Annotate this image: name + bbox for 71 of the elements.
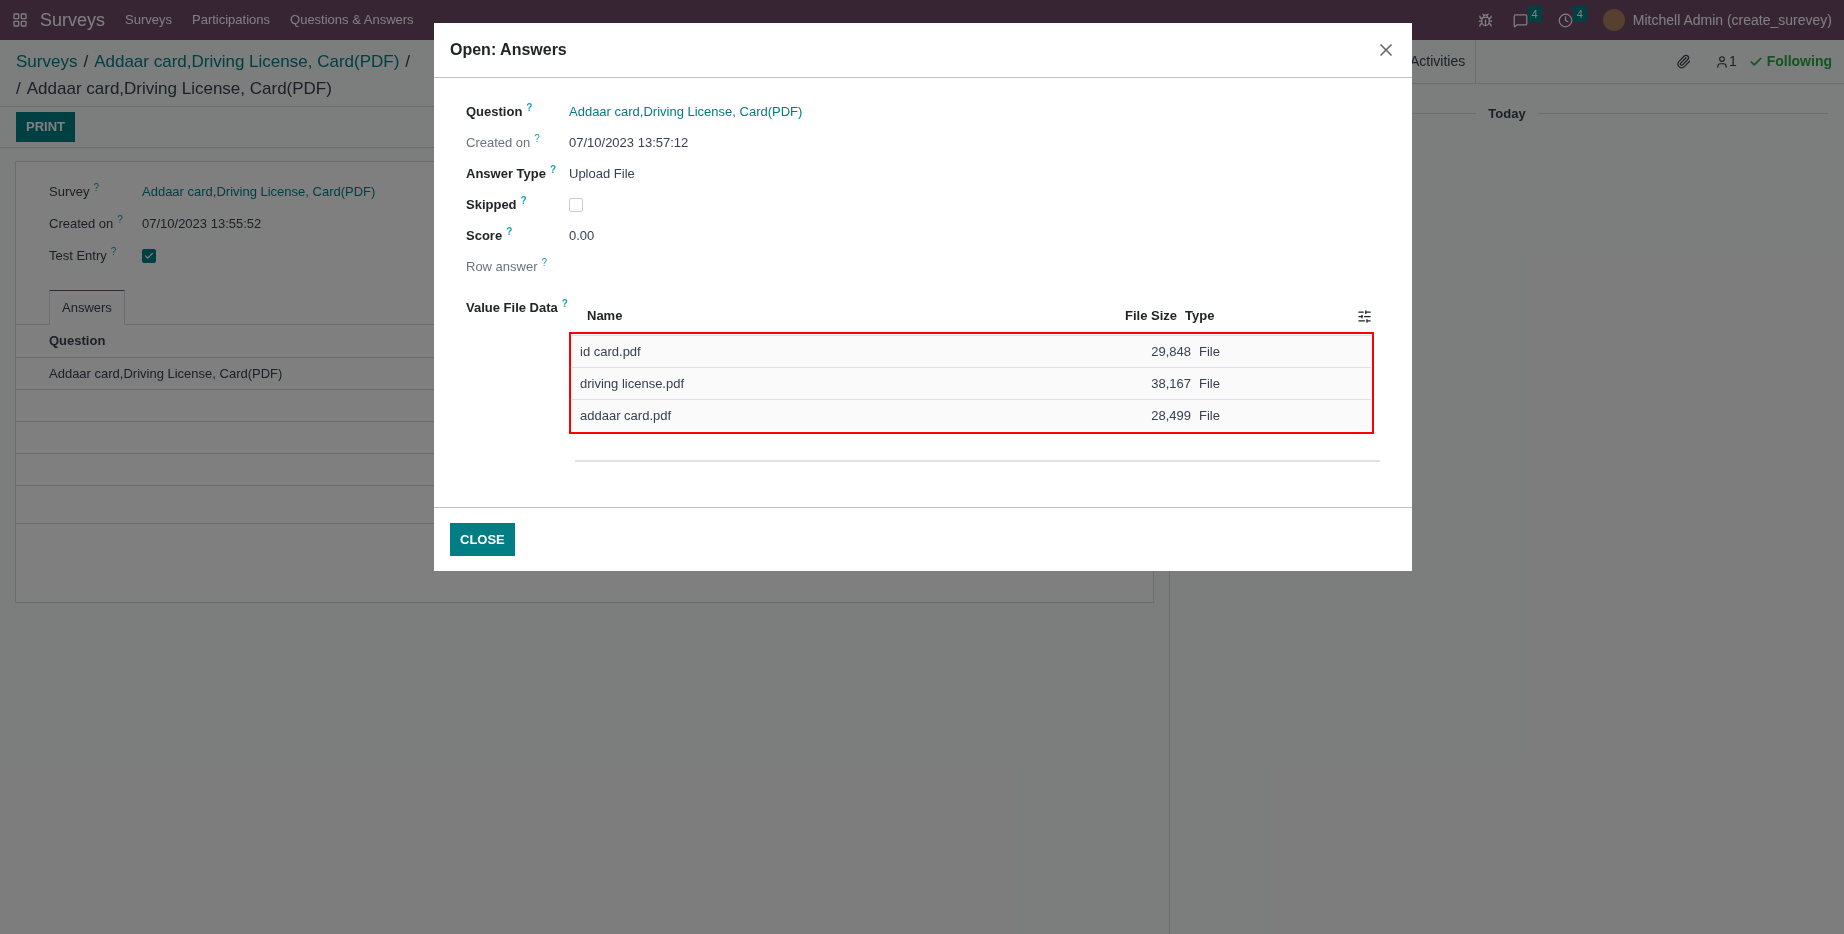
help-mark[interactable]: ? [506, 226, 513, 238]
messages-count: 4 [1527, 5, 1542, 23]
followers-icon[interactable] [1714, 54, 1729, 69]
field-value: Upload File [569, 165, 635, 184]
bug-icon[interactable] [1477, 12, 1493, 28]
check-icon [144, 250, 154, 261]
field-value: 0.00 [569, 227, 595, 246]
file-name[interactable]: addaar card.pdf [580, 405, 1071, 426]
help-mark[interactable]: ? [117, 213, 123, 225]
file-type: File [1198, 374, 1221, 393]
tab[interactable]: Answers [49, 289, 125, 325]
field-label: Test Entry $^{?}$ [49, 245, 118, 265]
activities-button[interactable]: Activities [1410, 51, 1476, 72]
field-label: Survey $^{?}$ [49, 181, 101, 201]
field-label: Value File Data $^{?}$ [466, 298, 569, 317]
menu-item[interactable]: Surveys [125, 10, 172, 30]
column-header[interactable]: File Size [1057, 306, 1177, 326]
clock-icon[interactable] [1557, 12, 1573, 28]
app-name[interactable]: Surveys [40, 6, 106, 34]
help-mark[interactable]: ? [520, 195, 527, 207]
field-label: Score $^{?}$ [466, 226, 514, 246]
field-label: Created on $^{?}$ [49, 213, 124, 233]
field-label: Row answer $^{?}$ [466, 257, 549, 277]
field-label: Skipped $^{?}$ [466, 195, 528, 215]
breadcrumb-current: Addaar card,Driving License, Card(PDF) [26, 78, 332, 100]
field-label: Answer Type $^{?}$ [466, 164, 558, 184]
field-label: Question $^{?}$ [466, 102, 534, 122]
help-mark[interactable]: ? [534, 133, 540, 145]
file-size: 38,167 [1150, 374, 1191, 393]
paperclip-icon[interactable] [1675, 54, 1691, 69]
apps-menu-icon[interactable] [12, 12, 28, 28]
field-value: 07/10/2023 13:55:52 [142, 214, 262, 233]
help-mark[interactable]: ? [110, 245, 117, 257]
file-size: 29,848 [1150, 342, 1191, 361]
file-name[interactable]: id card.pdf [580, 341, 1071, 362]
file-name[interactable]: driving license.pdf [580, 373, 1071, 394]
breadcrumb-separator: / [16, 78, 21, 100]
column-header[interactable]: Question [49, 331, 106, 351]
table-cell[interactable]: Addaar card,Driving License, Card(PDF) [49, 363, 283, 384]
chat-icon[interactable] [1512, 12, 1528, 28]
menu-item[interactable]: Participations [192, 10, 271, 30]
breadcrumb-separator: / [405, 51, 411, 73]
dialog-title: Open: Answers [450, 40, 568, 60]
activities-count: 4 [1572, 5, 1587, 23]
breadcrumb-separator: / [83, 51, 89, 73]
field-link[interactable]: Addaar card,Driving License, Card(PDF) [569, 102, 803, 122]
file-type: File [1198, 342, 1221, 361]
help-mark[interactable]: ? [526, 102, 533, 114]
close-button[interactable]: CLOSE [450, 522, 515, 557]
followers-count[interactable]: 1 [1728, 51, 1737, 72]
user-name[interactable]: Mitchell Admin (create_surevey) [1632, 9, 1832, 31]
file-type: File [1198, 406, 1221, 425]
following-button[interactable]: Following [1766, 51, 1832, 72]
file-size: 28,499 [1150, 406, 1191, 425]
column-header[interactable]: Name [587, 306, 1057, 326]
help-mark[interactable]: ? [561, 298, 568, 309]
checkbox[interactable] [569, 198, 583, 212]
breadcrumb-link[interactable]: Surveys [16, 48, 78, 75]
checkbox[interactable] [142, 248, 156, 263]
date-separator: Today [1487, 105, 1527, 123]
help-mark[interactable]: ? [93, 181, 100, 193]
column-settings-icon[interactable] [1357, 308, 1372, 324]
field-value: 07/10/2023 13:57:12 [569, 134, 689, 153]
field-link[interactable]: Addaar card,Driving License, Card(PDF) [142, 181, 376, 202]
column-header[interactable]: Type [1177, 306, 1357, 326]
field-label: Created on $^{?}$ [466, 133, 541, 153]
print-button[interactable]: PRINT [16, 112, 75, 142]
help-mark[interactable]: ? [541, 257, 548, 269]
menu-item[interactable]: Questions & Answers [290, 10, 414, 30]
breadcrumb-link[interactable]: Addaar card,Driving License, Card(PDF) [94, 48, 400, 75]
help-mark[interactable]: ? [549, 164, 557, 176]
